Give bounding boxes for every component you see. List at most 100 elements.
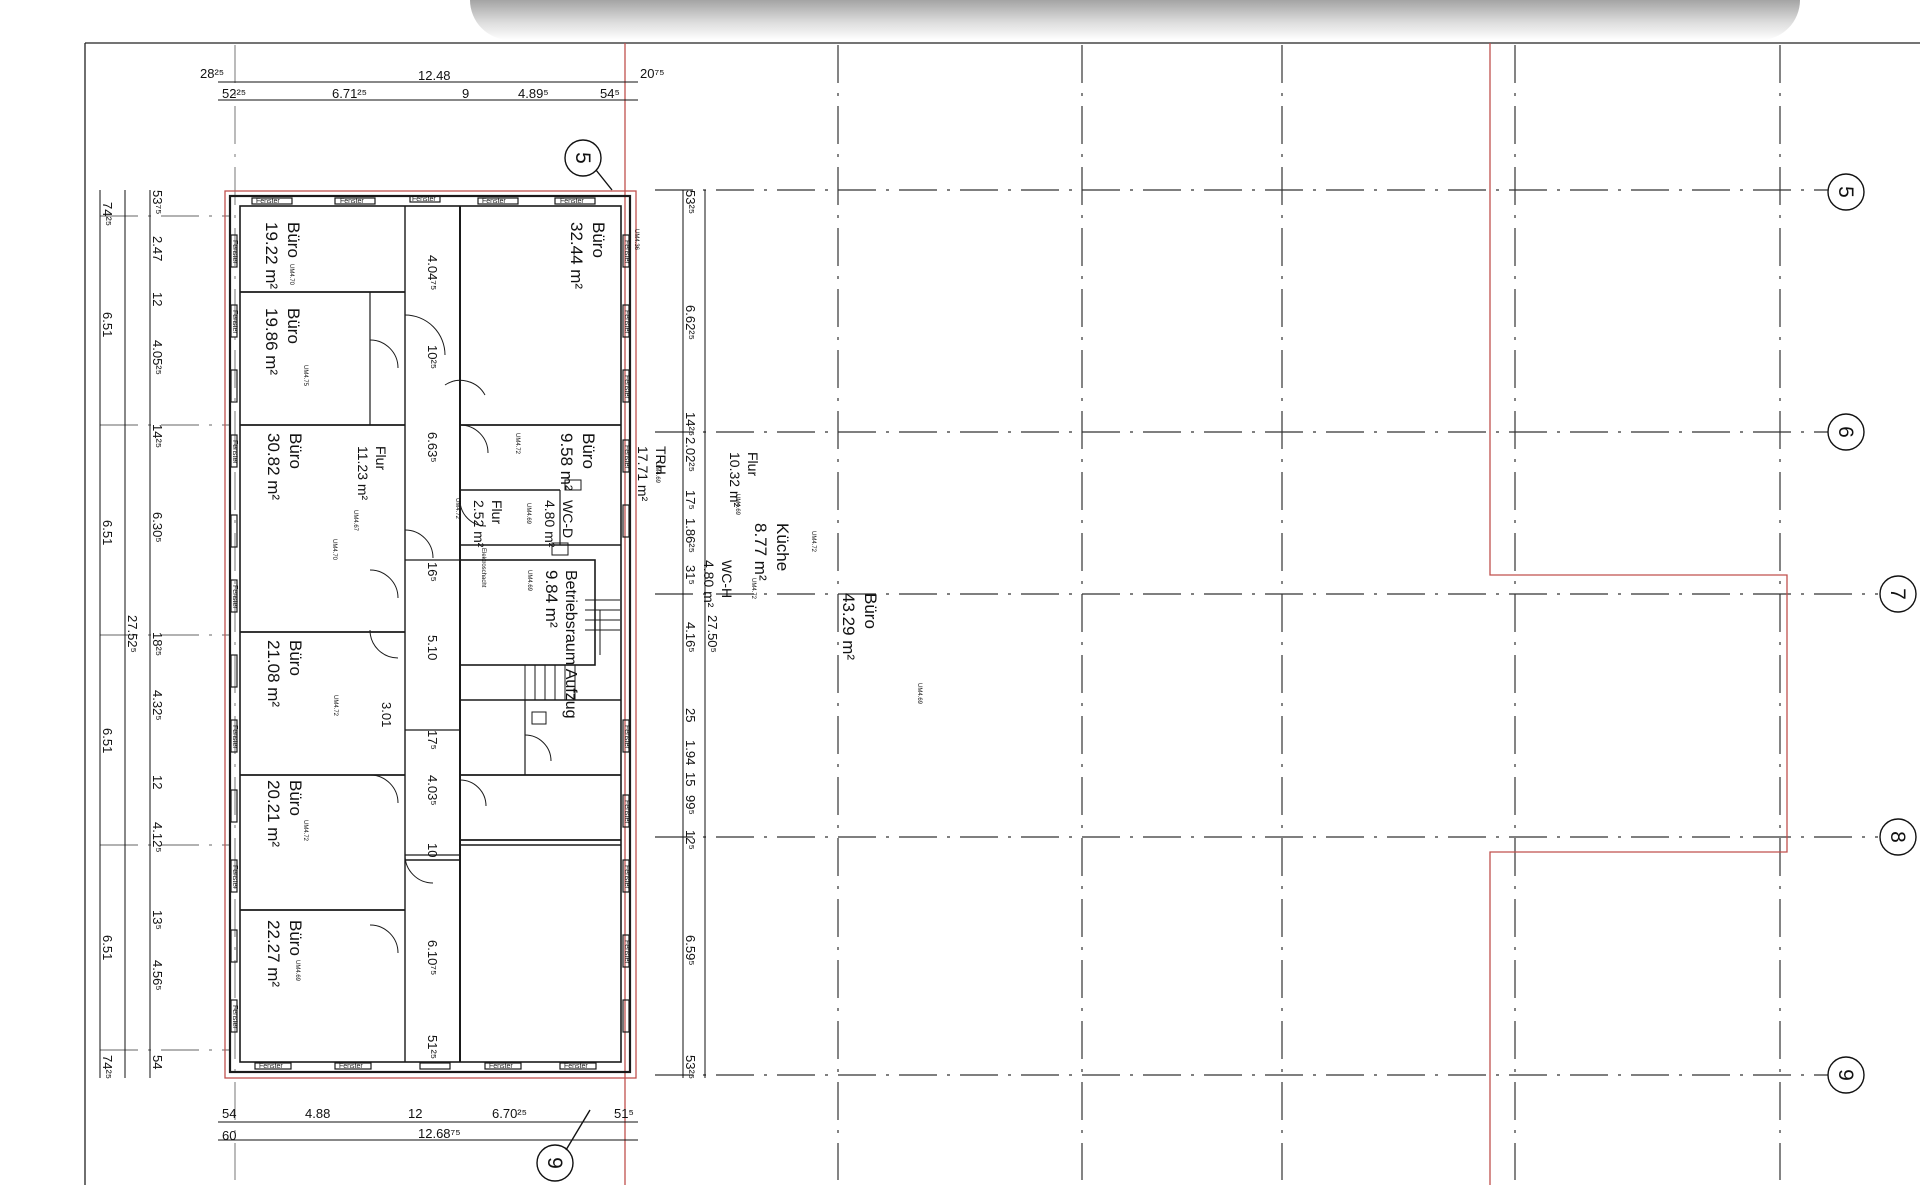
dim-inner-8: 6.10⁷⁵ xyxy=(425,940,440,975)
svg-text:Büro: Büro xyxy=(861,593,880,629)
shaft-label: Elektroschacht xyxy=(480,548,486,588)
svg-text:20.21 m²: 20.21 m² xyxy=(264,780,283,847)
svg-text:UM4.72: UM4.72 xyxy=(750,578,756,600)
room-kueche: Küche 8.77 m² UM4.72 xyxy=(751,523,816,581)
svg-text:Flur: Flur xyxy=(489,500,505,524)
dim-left-room-7: 4.32⁵ xyxy=(150,690,165,721)
room-trh: TRH 17.71 m² UM4.69 xyxy=(635,446,669,502)
svg-text:Büro: Büro xyxy=(286,640,305,676)
svg-text:Fenster: Fenster xyxy=(623,725,630,749)
svg-text:11.23 m²: 11.23 m² xyxy=(355,446,371,501)
svg-text:UM4.72: UM4.72 xyxy=(810,531,816,553)
svg-text:Fenster: Fenster xyxy=(623,940,630,964)
dim-right-room-8: 25 xyxy=(683,708,698,722)
room-flur-1032: Flur 10.32 m² UM4.69 xyxy=(727,452,761,516)
dim-right-room-2: 14²⁵ xyxy=(683,412,698,436)
dim-right-room-3: 2.02²⁵ xyxy=(683,437,698,472)
dim-right-room-0: 53²⁵ xyxy=(683,190,698,214)
dim-left-room-5: 6.30⁵ xyxy=(150,512,165,543)
dim-left-axis-5: 74²⁵ xyxy=(100,1055,115,1079)
svg-text:Fenster: Fenster xyxy=(623,240,630,264)
svg-text:UM4.67: UM4.67 xyxy=(352,510,358,532)
svg-text:Fenster: Fenster xyxy=(339,1063,363,1070)
svg-text:UM4.70: UM4.70 xyxy=(331,539,337,561)
svg-text:19.22 m²: 19.22 m² xyxy=(262,222,281,289)
dim-inner-9: 51²⁵ xyxy=(425,1035,440,1059)
axis-label-9-right: 9 xyxy=(1834,1069,1857,1081)
dim-right-room-6: 31⁵ xyxy=(683,565,698,585)
svg-text:17.71 m²: 17.71 m² xyxy=(635,446,651,502)
svg-text:Fenster: Fenster xyxy=(231,1005,238,1029)
svg-text:Fenster: Fenster xyxy=(231,865,238,889)
svg-text:Fenster: Fenster xyxy=(231,240,238,264)
dim-left-room-9: 4.12⁵ xyxy=(150,822,165,853)
svg-text:UM4.75: UM4.75 xyxy=(302,365,308,387)
dim-right-room-9: 1.94 xyxy=(683,740,698,765)
dim-left-axis-4: 6.51 xyxy=(100,935,115,960)
room-flur-1123: Flur 11.23 m² UM4.67 xyxy=(352,446,389,532)
dim-bottom-seg-d: 6.70²⁵ xyxy=(492,1106,527,1121)
dim-right-room-11: 99⁵ xyxy=(683,795,698,815)
dim-left-room-4: 14²⁵ xyxy=(150,424,165,448)
svg-text:UM4.69: UM4.69 xyxy=(526,570,532,592)
dim-top-seg-c: 9 xyxy=(462,86,469,101)
svg-text:UM4.69: UM4.69 xyxy=(525,503,531,525)
svg-text:43.29 m²: 43.29 m² xyxy=(839,593,858,660)
dim-inner-0: 4.04⁷⁵ xyxy=(425,255,440,290)
svg-text:WC-D: WC-D xyxy=(560,500,576,538)
dim-right-room-1: 6.62²⁵ xyxy=(683,305,698,340)
dim-left-room-3: 4.05²⁵ xyxy=(150,340,165,375)
room-buero-2021: Büro 20.21 m² UM4.72 xyxy=(264,780,308,847)
svg-text:UM4.69: UM4.69 xyxy=(294,960,300,982)
svg-text:Büro: Büro xyxy=(284,308,303,344)
room-buero-958: Büro 9.58 m² UM4.72 xyxy=(514,433,598,491)
axis-bubbles xyxy=(536,139,1917,1182)
svg-text:19.86 m²: 19.86 m² xyxy=(262,308,281,375)
room-wc-d: WC-D 4.80 m² UM4.69 xyxy=(525,500,576,548)
svg-text:Büro: Büro xyxy=(579,433,598,469)
dim-bottom-seg-e: 51⁵ xyxy=(614,1106,634,1121)
svg-text:32.44 m²: 32.44 m² xyxy=(567,222,586,289)
dim-bottom-seg-c: 12 xyxy=(408,1106,422,1121)
dim-top-seg-b: 6.71²⁵ xyxy=(332,86,367,101)
dim-right-room-5: 1.86²⁵ xyxy=(683,518,698,553)
room-buero-1922: Büro 19.22 m² UM4.70 xyxy=(262,222,303,289)
dim-bottom-seg-b: 4.88 xyxy=(305,1106,330,1121)
dim-left-total: 27.52⁵ xyxy=(125,615,140,653)
room-labels: Büro 19.22 m² UM4.70 Büro 19.86 m² UM4.7… xyxy=(262,222,922,987)
dim-left-room-10: 13⁵ xyxy=(150,910,165,930)
dim-left-room-11: 4.56⁵ xyxy=(150,960,165,991)
dimension-lines xyxy=(99,81,706,1141)
dim-bottom-total: 12.68⁷⁵ xyxy=(418,1126,461,1141)
dim-top-seg-e: 54⁵ xyxy=(600,86,620,101)
svg-text:Flur: Flur xyxy=(373,446,389,470)
dimension-texts: 12.48 28²⁵ 20⁷⁵ 52²⁵ 6.71²⁵ 9 4.89⁵ 54⁵ … xyxy=(100,66,720,1143)
dim-right-room-7: 4.16⁵ xyxy=(683,622,698,653)
svg-text:9.58 m²: 9.58 m² xyxy=(557,433,576,491)
svg-text:UM4.69: UM4.69 xyxy=(916,683,922,705)
svg-text:UM4.72: UM4.72 xyxy=(302,820,308,842)
dim-inner-2: 6.63⁵ xyxy=(425,432,440,463)
svg-text:Büro: Büro xyxy=(284,222,303,258)
dim-inner-4: 5.10 xyxy=(425,635,440,660)
dim-bottom-seg-f: 60 xyxy=(222,1128,236,1143)
svg-text:Fenster: Fenster xyxy=(340,198,364,205)
dim-top-left-edge: 28²⁵ xyxy=(200,66,224,81)
axis-label-7-right: 7 xyxy=(1886,588,1909,600)
axis-label-9-bottom: 9 xyxy=(543,1157,566,1169)
svg-text:Fenster: Fenster xyxy=(623,865,630,889)
svg-text:UM4.72: UM4.72 xyxy=(332,695,338,717)
room-buero-2227: Büro 22.27 m² UM4.69 xyxy=(264,920,305,987)
svg-text:Fenster: Fenster xyxy=(231,585,238,609)
svg-text:Fenster: Fenster xyxy=(231,725,238,749)
svg-text:UM4.69: UM4.69 xyxy=(654,462,660,484)
dim-right-total: 27.50⁵ xyxy=(705,615,720,653)
dim-top-total: 12.48 xyxy=(418,68,451,83)
dim-bottom-seg-a: 54 xyxy=(222,1106,236,1121)
floor-plan-drawing: 5 5 6 7 8 9 9 12.48 28²⁵ 20⁷⁵ 52²⁵ 6.71²… xyxy=(84,42,1920,1185)
dim-left-room-0: 53⁷⁵ xyxy=(150,190,165,215)
dim-top-seg-a: 52²⁵ xyxy=(222,86,246,101)
dim-left-axis-3: 6.51 xyxy=(100,728,115,753)
sheet-frame xyxy=(84,42,1920,1185)
dim-left-room-6: 18²⁵ xyxy=(150,632,165,656)
